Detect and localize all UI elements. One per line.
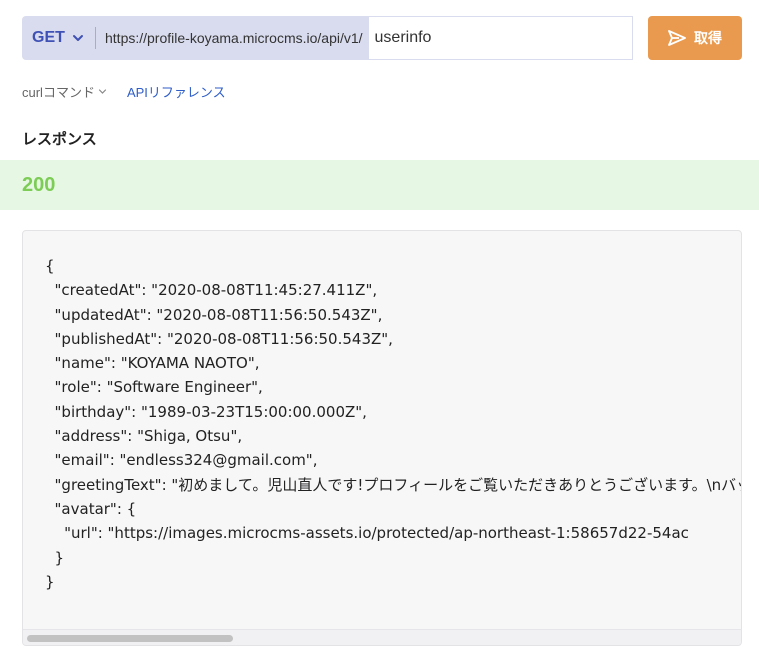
sub-tabs: curlコマンド APIリファレンス [22, 82, 226, 101]
endpoint-path-input[interactable] [368, 16, 633, 60]
json-line: "updatedAt": "2020-08-08T11:56:50.543Z", [45, 305, 383, 324]
json-line: "name": "KOYAMA NAOTO", [45, 354, 260, 373]
send-button[interactable]: 取得 [648, 16, 742, 60]
curl-command-toggle[interactable]: curlコマンド [22, 82, 107, 101]
response-heading: レスポンス [22, 131, 97, 148]
status-bar: 200 [0, 160, 759, 210]
response-json-body: { "createdAt": "2020-08-08T11:45:27.411Z… [23, 231, 741, 629]
json-line: { [45, 257, 55, 275]
method-label: GET [32, 29, 65, 46]
json-line: } [45, 572, 55, 591]
horizontal-scrollbar[interactable] [23, 629, 741, 645]
json-line: "avatar": { [45, 499, 137, 518]
base-url: https://profile-koyama.microcms.io/api/v… [96, 16, 369, 60]
json-line: "role": "Software Engineer", [45, 378, 263, 397]
send-icon [668, 30, 686, 46]
chevron-down-icon [73, 35, 83, 41]
status-code: 200 [22, 173, 56, 196]
json-line: "createdAt": "2020-08-08T11:45:27.411Z", [45, 281, 378, 300]
json-line: "birthday": "1989-03-23T15:00:00.000Z", [45, 402, 367, 421]
json-line: } [45, 548, 65, 567]
send-button-label: 取得 [694, 30, 722, 46]
json-line: "address": "Shiga, Otsu", [45, 427, 243, 446]
json-line: "url": "https://images.microcms-assets.i… [45, 524, 689, 543]
method-select[interactable]: GET [22, 16, 96, 60]
json-line: "email": "endless324@gmail.com", [45, 451, 318, 470]
response-json-panel: { "createdAt": "2020-08-08T11:45:27.411Z… [22, 230, 742, 646]
chevron-down-icon [98, 89, 107, 94]
json-line: "greetingText": "初めまして。児山直人です!プロフィールをご覧い… [45, 475, 741, 494]
curl-command-label: curlコマンド [22, 85, 95, 100]
api-reference-link[interactable]: APIリファレンス [127, 82, 226, 101]
request-bar: GET https://profile-koyama.microcms.io/a… [22, 16, 742, 60]
json-line: "publishedAt": "2020-08-08T11:56:50.543Z… [45, 329, 393, 348]
scrollbar-thumb[interactable] [27, 635, 233, 642]
